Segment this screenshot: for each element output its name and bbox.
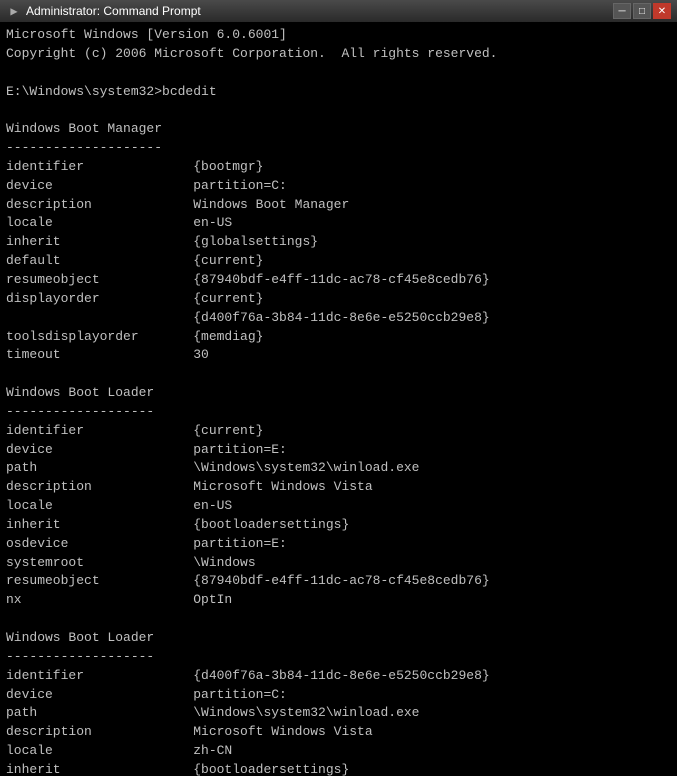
console-line: Windows Boot Loader	[6, 629, 671, 648]
console-line: device partition=E:	[6, 441, 671, 460]
console-line: inherit {globalsettings}	[6, 233, 671, 252]
console-output[interactable]: Microsoft Windows [Version 6.0.6001]Copy…	[0, 22, 677, 776]
console-line: timeout 30	[6, 346, 671, 365]
close-button[interactable]: ✕	[653, 3, 671, 19]
maximize-button[interactable]: □	[633, 3, 651, 19]
window-container: ▶ Administrator: Command Prompt ─ □ ✕ Mi…	[0, 0, 677, 776]
console-line: locale zh-CN	[6, 742, 671, 761]
console-line: -------------------	[6, 648, 671, 667]
window-title: Administrator: Command Prompt	[26, 4, 613, 18]
console-line: Windows Boot Manager	[6, 120, 671, 139]
console-line: locale en-US	[6, 497, 671, 516]
console-line: locale en-US	[6, 214, 671, 233]
console-line: --------------------	[6, 139, 671, 158]
console-line: path \Windows\system32\winload.exe	[6, 704, 671, 723]
console-line: systemroot \Windows	[6, 554, 671, 573]
console-line: default {current}	[6, 252, 671, 271]
console-line: identifier {bootmgr}	[6, 158, 671, 177]
console-line	[6, 101, 671, 120]
console-line: toolsdisplayorder {memdiag}	[6, 328, 671, 347]
console-line: device partition=C:	[6, 177, 671, 196]
console-line: resumeobject {87940bdf-e4ff-11dc-ac78-cf…	[6, 271, 671, 290]
console-line	[6, 365, 671, 384]
minimize-button[interactable]: ─	[613, 3, 631, 19]
console-line: E:\Windows\system32>bcdedit	[6, 83, 671, 102]
console-line	[6, 610, 671, 629]
console-line: inherit {bootloadersettings}	[6, 516, 671, 535]
console-line: Windows Boot Loader	[6, 384, 671, 403]
console-line: resumeobject {87940bdf-e4ff-11dc-ac78-cf…	[6, 572, 671, 591]
console-line: -------------------	[6, 403, 671, 422]
console-line: {d400f76a-3b84-11dc-8e6e-e5250ccb29e8}	[6, 309, 671, 328]
console-line: inherit {bootloadersettings}	[6, 761, 671, 776]
window-controls: ─ □ ✕	[613, 3, 671, 19]
console-line: description Windows Boot Manager	[6, 196, 671, 215]
console-line: identifier {current}	[6, 422, 671, 441]
console-line: identifier {d400f76a-3b84-11dc-8e6e-e525…	[6, 667, 671, 686]
app-icon: ▶	[6, 3, 22, 19]
console-line: description Microsoft Windows Vista	[6, 478, 671, 497]
console-line	[6, 64, 671, 83]
console-line: displayorder {current}	[6, 290, 671, 309]
title-bar: ▶ Administrator: Command Prompt ─ □ ✕	[0, 0, 677, 22]
console-line: osdevice partition=E:	[6, 535, 671, 554]
console-line: nx OptIn	[6, 591, 671, 610]
console-line: device partition=C:	[6, 686, 671, 705]
console-line: description Microsoft Windows Vista	[6, 723, 671, 742]
console-line: Copyright (c) 2006 Microsoft Corporation…	[6, 45, 671, 64]
console-line: Microsoft Windows [Version 6.0.6001]	[6, 26, 671, 45]
console-line: path \Windows\system32\winload.exe	[6, 459, 671, 478]
